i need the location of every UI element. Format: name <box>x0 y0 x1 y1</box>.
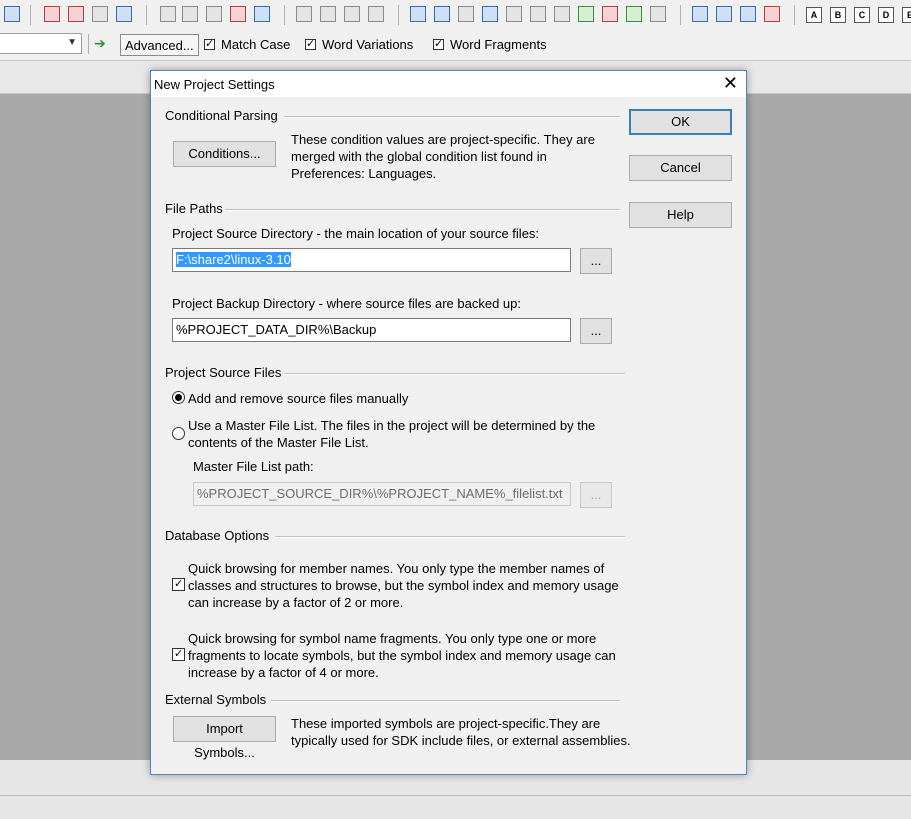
letter-a-icon[interactable]: A <box>806 7 822 23</box>
main-toolbar: A B C D E <box>0 0 911 30</box>
backup-dir-field[interactable]: %PROJECT_DATA_DIR%\Backup <box>172 318 571 342</box>
member-names-checkbox[interactable] <box>172 577 185 591</box>
toolbar-separator <box>398 5 399 25</box>
window-layout-4-icon[interactable] <box>368 6 384 22</box>
symbol-tree-icon[interactable] <box>458 6 474 22</box>
browse-master-button: ... <box>580 482 612 508</box>
dialog-title: New Project Settings <box>154 77 275 92</box>
arrows-icon[interactable] <box>626 6 642 22</box>
match-case-checkbox[interactable]: Match Case <box>204 37 290 52</box>
book-icon[interactable] <box>182 6 198 22</box>
letter-d-icon[interactable]: D <box>878 7 894 23</box>
hand-icon[interactable] <box>160 6 176 22</box>
relation-icon[interactable] <box>254 6 270 22</box>
import-symbols-description: These imported symbols are project-speci… <box>291 716 631 748</box>
clipboard-icon[interactable] <box>554 6 570 22</box>
fragments-text[interactable]: Quick browsing for symbol name fragments… <box>188 630 628 681</box>
conditions-description: These condition values are project-speci… <box>291 132 595 181</box>
search-combo[interactable]: ▼ <box>0 33 82 54</box>
delete-line-icon[interactable] <box>740 6 756 22</box>
bird-icon[interactable] <box>602 6 618 22</box>
advanced-button[interactable]: Advanced... <box>120 34 199 56</box>
checkbox-box[interactable] <box>433 37 444 50</box>
new-project-settings-dialog: New Project Settings ✕ OK Cancel Help Co… <box>150 70 747 775</box>
split-left-icon[interactable] <box>44 6 60 22</box>
relation-tree-icon[interactable] <box>506 6 522 22</box>
group-divider <box>271 700 620 702</box>
toolbar-separator <box>30 5 31 25</box>
window-layout-1-icon[interactable] <box>296 6 312 22</box>
browse-source-button[interactable]: ... <box>580 248 612 274</box>
divider <box>0 795 911 796</box>
plus-minus-icon[interactable] <box>692 6 708 22</box>
dialog-titlebar[interactable]: New Project Settings ✕ <box>151 71 746 97</box>
window-layout-2-icon[interactable] <box>320 6 336 22</box>
outline-icon[interactable] <box>92 6 108 22</box>
letter-b-icon[interactable]: B <box>830 7 846 23</box>
checkbox-box[interactable] <box>204 37 215 50</box>
master-list-radio[interactable] <box>172 427 185 440</box>
split-right-icon[interactable] <box>68 6 84 22</box>
group-divider <box>285 373 625 375</box>
help-icon[interactable] <box>530 6 546 22</box>
group-divider <box>225 209 620 211</box>
external-symbols-heading: External Symbols <box>165 692 267 707</box>
member-names-text[interactable]: Quick browsing for member names. You onl… <box>188 560 628 611</box>
close-icon[interactable]: ✕ <box>723 73 738 93</box>
delete-icon[interactable] <box>764 6 780 22</box>
toolbar-separator <box>284 5 285 25</box>
search-toolbar: ▼ ➔ Advanced... Match Case Word Variatio… <box>0 30 911 60</box>
conditional-parsing-heading: Conditional Parsing <box>165 108 278 123</box>
backup-dir-label: Project Backup Directory - where source … <box>172 296 521 311</box>
open-file-icon[interactable] <box>206 6 222 22</box>
chevron-down-icon[interactable]: ▼ <box>67 37 77 48</box>
arrow-right-icon[interactable]: ➔ <box>94 35 106 52</box>
word-fragments-label: Word Fragments <box>450 37 547 52</box>
insert-line-icon[interactable] <box>716 6 732 22</box>
source-dir-field[interactable]: F:\share2\linux-3.10 <box>172 248 571 272</box>
match-case-label: Match Case <box>221 37 291 52</box>
symbol-icon[interactable] <box>482 6 498 22</box>
manual-radio-label[interactable]: Add and remove source files manually <box>188 390 408 407</box>
project-icon[interactable] <box>410 6 426 22</box>
master-list-radio-label[interactable]: Use a Master File List. The files in the… <box>188 417 608 451</box>
globe-icon[interactable] <box>578 6 594 22</box>
cancel-button[interactable]: Cancel <box>629 155 732 181</box>
toolbar-separator <box>680 5 681 25</box>
manual-radio[interactable] <box>172 391 185 404</box>
grid-icon[interactable] <box>650 6 666 22</box>
letter-e-icon[interactable]: E <box>902 7 911 23</box>
word-variations-checkbox[interactable]: Word Variations <box>305 37 413 52</box>
group-divider <box>284 116 620 118</box>
file-paths-heading: File Paths <box>165 201 223 216</box>
bookmark-icon[interactable] <box>116 6 132 22</box>
help-button[interactable]: Help <box>629 202 732 228</box>
checkbox-box[interactable] <box>305 37 316 50</box>
function-icon[interactable] <box>230 6 246 22</box>
letter-c-icon[interactable]: C <box>854 7 870 23</box>
toolbar-separator <box>794 5 795 25</box>
database-options-heading: Database Options <box>165 528 270 543</box>
group-divider <box>275 536 625 538</box>
source-dir-label: Project Source Directory - the main loca… <box>172 226 540 241</box>
source-dir-value: F:\share2\linux-3.10 <box>176 252 291 267</box>
word-variations-label: Word Variations <box>322 37 414 52</box>
ok-button[interactable]: OK <box>629 109 732 135</box>
context-icon[interactable] <box>434 6 450 22</box>
browse-backup-button[interactable]: ... <box>580 318 612 344</box>
www-icon[interactable] <box>4 6 20 22</box>
conditions-button[interactable]: Conditions... <box>173 141 276 167</box>
toolbar-separator <box>88 34 89 54</box>
project-source-files-heading: Project Source Files <box>165 365 282 380</box>
word-fragments-checkbox[interactable]: Word Fragments <box>433 37 547 52</box>
window-layout-3-icon[interactable] <box>344 6 360 22</box>
master-path-label: Master File List path: <box>193 459 314 474</box>
import-symbols-button[interactable]: Import Symbols... <box>173 716 276 760</box>
toolbar-separator <box>146 5 147 25</box>
master-path-field: %PROJECT_SOURCE_DIR%\%PROJECT_NAME%_file… <box>193 482 571 506</box>
fragments-checkbox[interactable] <box>172 647 185 661</box>
